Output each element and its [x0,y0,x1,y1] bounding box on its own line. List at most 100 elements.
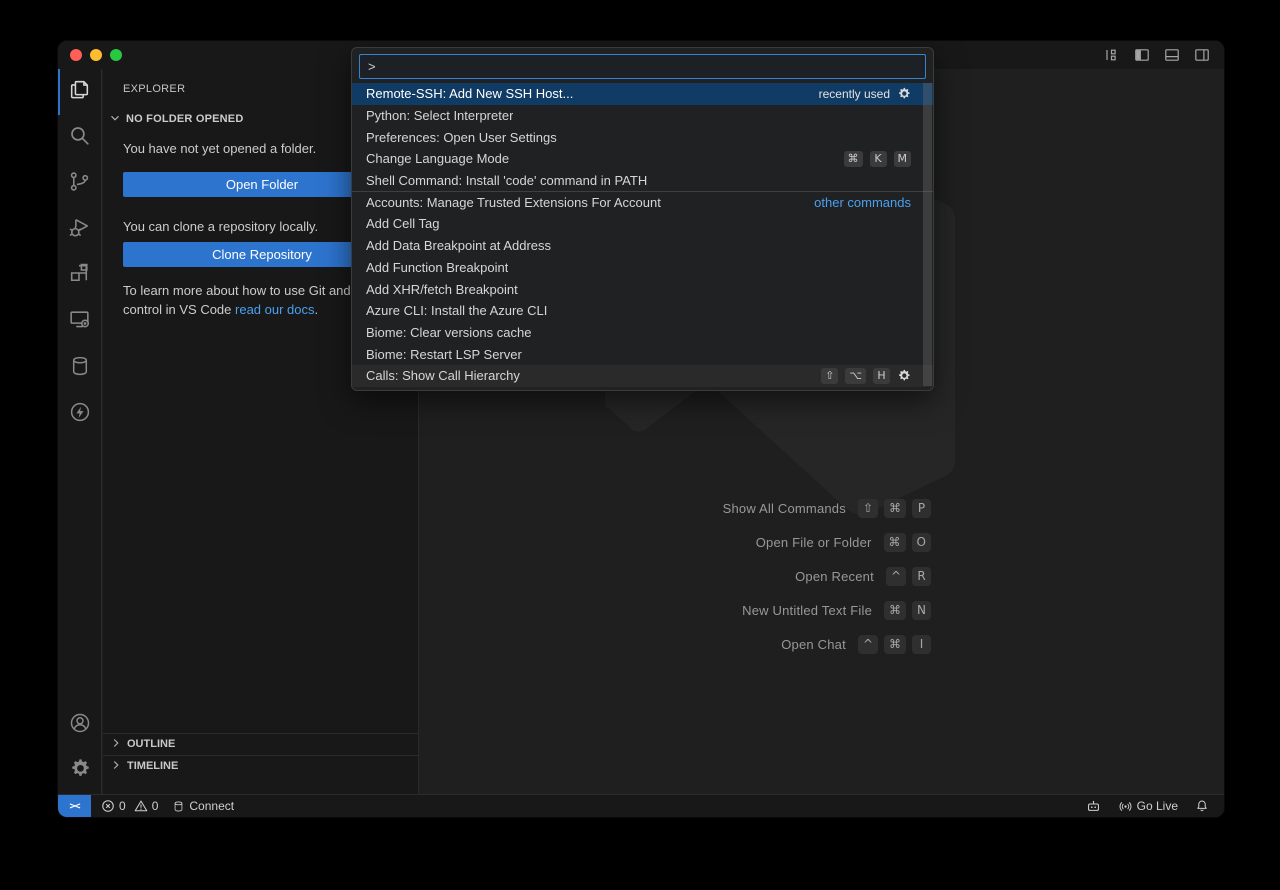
shortcut-keys: ⇧⌘P [858,499,931,518]
shortcut-row: Show All Commands ⇧⌘P [471,491,931,525]
broadcast-icon [1118,799,1133,814]
accounts-button[interactable] [58,702,101,748]
command-item[interactable]: Add Function Breakpoint [352,257,933,279]
command-item[interactable]: Remote-SSH: Add New SSH Host... recently… [352,83,933,105]
chevron-right-icon [109,758,123,775]
activity-run-debug[interactable] [58,207,101,253]
debug-icon [67,215,92,245]
other-commands-link[interactable]: other commands [814,195,911,210]
command-item[interactable]: Accounts: Manage Trusted Extensions For … [352,191,933,213]
configure-keybinding-gear-icon[interactable] [897,87,911,101]
command-palette: Remote-SSH: Add New SSH Host... recently… [351,47,934,391]
shortcut-keys: ⌘O [884,533,931,552]
git-branch-icon [67,169,92,199]
timeline-section[interactable]: TIMELINE [103,755,418,776]
command-item[interactable]: Shell Command: Install 'code' command in… [352,170,933,192]
key-ctrl: ^ [886,567,906,586]
shortcut-label[interactable]: New Untitled Text File [742,603,872,618]
toggle-panel-icon[interactable] [1164,47,1180,63]
go-live-label: Go Live [1137,799,1178,813]
robot-icon [1085,798,1102,815]
command-label: Add Data Breakpoint at Address [366,238,551,253]
key-letter: H [873,368,890,384]
command-item[interactable]: Biome: Clear versions cache [352,322,933,344]
minimize-window-button[interactable] [90,49,102,61]
notifications-button[interactable] [1194,798,1210,814]
outline-label: OUTLINE [127,738,175,750]
command-list: Remote-SSH: Add New SSH Host... recently… [352,83,933,391]
configure-keybinding-gear-icon[interactable] [897,369,911,383]
activity-thunder-client[interactable] [58,391,101,437]
sqltools-connect[interactable]: Connect [172,799,234,813]
status-right: Go Live [1085,798,1210,815]
command-palette-input[interactable] [359,54,926,79]
activity-source-control[interactable] [58,161,101,207]
key-cmd: ⌘ [884,601,906,620]
close-window-button[interactable] [70,49,82,61]
command-label: Azure CLI: Install the Azure CLI [366,303,547,318]
key-letter: K [870,151,887,167]
watermark-shortcuts: Show All Commands ⇧⌘P Open File or Folde… [471,491,931,661]
copilot-status[interactable] [1085,798,1102,815]
problems-status[interactable]: 0 0 [101,799,158,813]
command-label: Remote-SSH: Add New SSH Host... [366,86,573,101]
extensions-icon [67,261,92,291]
database-icon [172,800,185,813]
command-label: Shell Command: Install 'code' command in… [366,173,647,188]
connect-label: Connect [189,799,234,813]
lightning-icon [68,400,92,429]
command-label: Biome: Clear versions cache [366,325,531,340]
zoom-window-button[interactable] [110,49,122,61]
key-letter: O [912,533,931,552]
outline-section[interactable]: OUTLINE [103,733,418,754]
docs-period: . [315,302,319,317]
shortcut-keys: ⌘N [884,601,931,620]
error-count: 0 [119,799,126,813]
toggle-secondary-sidebar-icon[interactable] [1194,47,1210,63]
shortcut-label[interactable]: Open File or Folder [756,535,872,550]
command-label: Preferences: Open User Settings [366,130,557,145]
customize-layout-icon[interactable] [1104,47,1120,63]
key-cmd: ⌘ [844,151,863,167]
read-our-docs-link[interactable]: read our docs [235,302,315,317]
manage-settings-button[interactable] [58,748,101,794]
command-label: Add Cell Tag [366,216,439,231]
command-item[interactable]: Python: Select Interpreter [352,105,933,127]
activity-explorer[interactable] [58,69,101,115]
key-letter: N [912,601,931,620]
key-shift: ⇧ [858,499,878,518]
palette-scrollbar[interactable] [923,83,932,386]
activity-search[interactable] [58,115,101,161]
command-item[interactable]: Azure CLI: Install the Azure CLI [352,300,933,322]
command-item[interactable]: Add Cell Tag [352,213,933,235]
key-shift: ⇧ [821,368,838,384]
shortcut-row: Open Chat ^⌘I [471,627,931,661]
toggle-primary-sidebar-icon[interactable] [1134,47,1150,63]
remote-indicator[interactable]: >< [58,795,91,817]
shortcut-label[interactable]: Open Recent [795,569,874,584]
command-item[interactable]: Biome: Restart LSP Server [352,343,933,365]
shortcut-label[interactable]: Show All Commands [723,501,846,516]
activity-bar [58,69,102,794]
command-item[interactable]: Calls: Show Call Hierarchy ⇧⌥H [352,365,933,387]
shortcut-label[interactable]: Open Chat [781,637,846,652]
command-item[interactable]: Calls: Show Incoming Calls [352,387,933,391]
traffic-lights [70,49,122,61]
command-label: Calls: Show Incoming Calls [366,390,524,391]
command-item[interactable]: Add Data Breakpoint at Address [352,235,933,257]
activity-database[interactable] [58,345,101,391]
key-letter: I [912,635,931,654]
chevron-down-icon [108,111,122,128]
timeline-label: TIMELINE [127,760,178,772]
key-letter: R [912,567,931,586]
key-cmd: ⌘ [884,533,906,552]
command-item[interactable]: Preferences: Open User Settings [352,126,933,148]
section-header-label: NO FOLDER OPENED [126,113,244,125]
activity-remote-explorer[interactable] [58,299,101,345]
command-label: Add XHR/fetch Breakpoint [366,282,518,297]
command-item[interactable]: Add XHR/fetch Breakpoint [352,278,933,300]
sidebar-title: EXPLORER [123,83,185,95]
command-item[interactable]: Change Language Mode ⌘KM [352,148,933,170]
go-live-status[interactable]: Go Live [1118,799,1178,814]
activity-extensions[interactable] [58,253,101,299]
